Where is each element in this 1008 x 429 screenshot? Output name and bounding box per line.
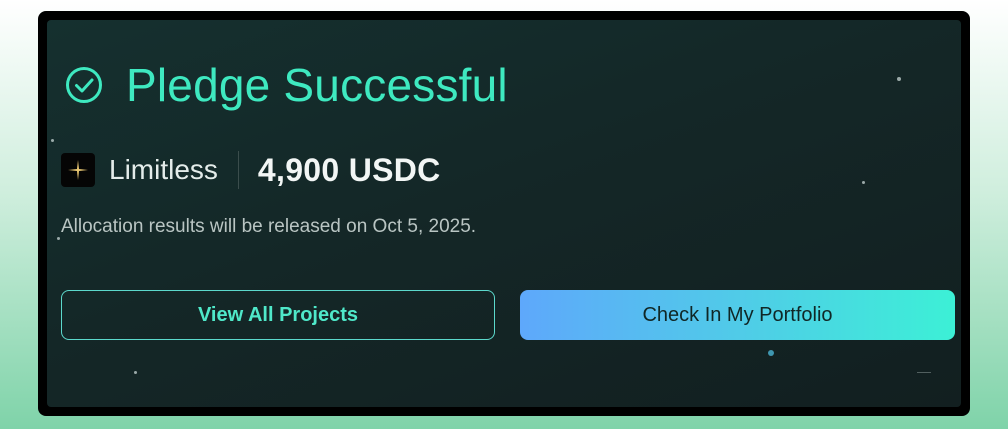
indicator-dot (768, 350, 774, 356)
dialog-frame: Pledge Successful Limitless 4,900 USDC A… (38, 11, 970, 416)
page-title: Pledge Successful (126, 59, 508, 111)
sparkle-icon (61, 153, 95, 187)
pledge-amount: 4,900 USDC (257, 151, 441, 188)
view-all-projects-button[interactable]: View All Projects (61, 290, 495, 340)
star-decoration (897, 77, 901, 81)
check-in-portfolio-button[interactable]: Check In My Portfolio (520, 290, 955, 340)
star-decoration (917, 372, 931, 373)
star-decoration (51, 139, 54, 142)
divider (237, 151, 239, 189)
star-decoration (134, 371, 137, 374)
project-name: Limitless (109, 154, 218, 185)
check-circle-icon (64, 65, 104, 105)
title-row: Pledge Successful (64, 62, 508, 108)
pledge-success-card: Pledge Successful Limitless 4,900 USDC A… (47, 20, 961, 407)
star-decoration (57, 237, 60, 240)
pledge-summary: Limitless 4,900 USDC (61, 148, 441, 192)
star-decoration (862, 181, 865, 184)
allocation-note: Allocation results will be released on O… (61, 216, 477, 237)
